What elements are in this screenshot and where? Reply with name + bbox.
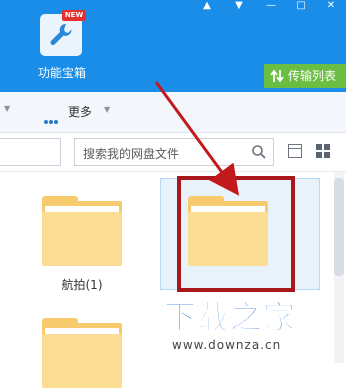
watermark-url: www.downza.cn bbox=[172, 338, 282, 352]
watermark-logo-text: 下载之家 bbox=[164, 298, 297, 337]
